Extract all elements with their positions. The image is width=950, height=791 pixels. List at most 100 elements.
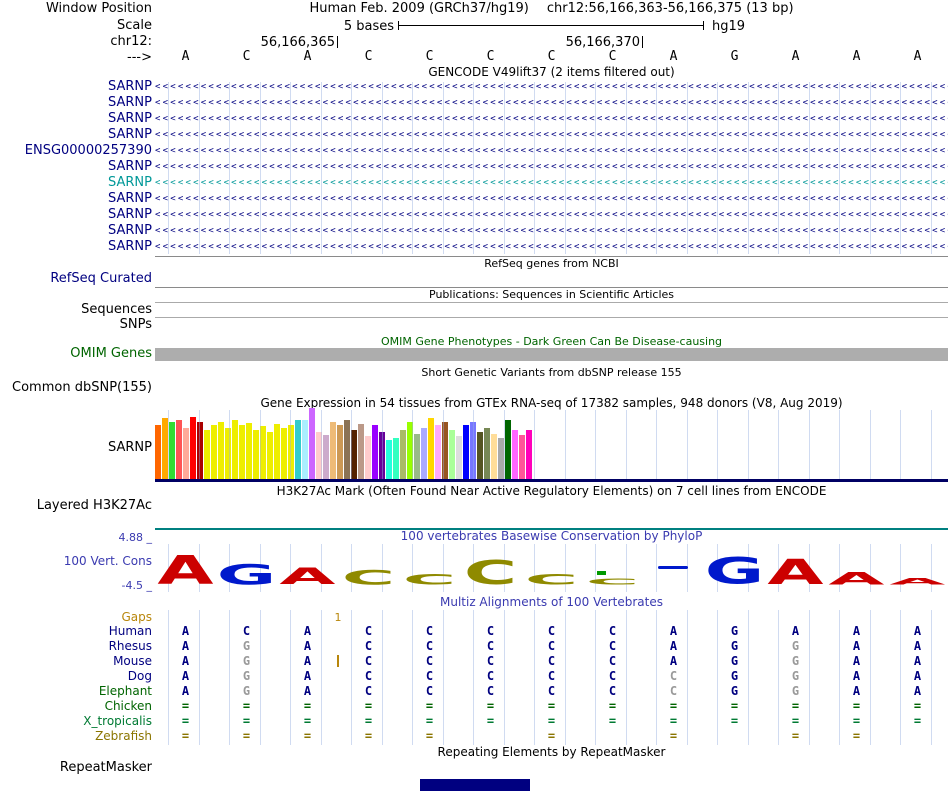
reference-base: A xyxy=(303,49,312,64)
gene-label[interactable]: SARNP xyxy=(108,208,152,221)
gtex-bar xyxy=(505,420,511,480)
repeatmasker-title: Repeating Elements by RepeatMasker xyxy=(437,745,666,759)
species-label[interactable]: Dog xyxy=(128,670,152,683)
h3k27ac-label[interactable]: Layered H3K27Ac xyxy=(37,499,152,512)
alignment-base: = xyxy=(242,699,251,713)
species-label[interactable]: Human xyxy=(109,625,152,638)
species-label[interactable]: Zebrafish xyxy=(95,730,152,743)
gene-strand-arrows[interactable]: <<<<<<<<<<<<<<<<<<<<<<<<<<<<<<<<<<<<<<<<… xyxy=(155,97,948,109)
gencode-title: GENCODE V49lift37 (2 items filtered out) xyxy=(428,65,675,79)
alignment-base: = xyxy=(486,714,495,728)
assembly-text: Human Feb. 2009 (GRCh37/hg19) xyxy=(309,1,529,16)
gtex-bar xyxy=(239,425,245,480)
ucsc-genome-browser-view: Window Position Human Feb. 2009 (GRCh37/… xyxy=(0,0,950,791)
gtex-bar xyxy=(225,428,231,480)
gene-label[interactable]: ENSG00000257390 xyxy=(25,144,152,157)
gene-label[interactable]: SARNP xyxy=(108,112,152,125)
alignment-base: A xyxy=(303,624,312,638)
alignment-base: = xyxy=(425,729,434,743)
alignment-base: C xyxy=(425,639,434,653)
common-dbsnp-label[interactable]: Common dbSNP(155) xyxy=(12,381,152,394)
alignment-base: C xyxy=(608,654,617,668)
scale-bar-right-tick xyxy=(703,21,704,30)
alignment-base: C xyxy=(425,684,434,698)
alignment-base: G xyxy=(791,654,800,668)
alignment-base: G xyxy=(730,639,739,653)
alignment-base: A xyxy=(852,624,861,638)
alignment-base: A xyxy=(852,684,861,698)
gene-strand-arrows[interactable]: <<<<<<<<<<<<<<<<<<<<<<<<<<<<<<<<<<<<<<<<… xyxy=(155,145,948,157)
gridline xyxy=(229,410,230,479)
gtex-bar xyxy=(204,430,210,480)
coordinate-left: 56,166,365 xyxy=(260,35,335,50)
alignment-base: = xyxy=(608,699,617,713)
gene-label[interactable]: SARNP xyxy=(108,80,152,93)
gene-strand-arrows[interactable]: <<<<<<<<<<<<<<<<<<<<<<<<<<<<<<<<<<<<<<<<… xyxy=(155,193,948,205)
alignment-base: A xyxy=(913,684,922,698)
gene-strand-arrows[interactable]: <<<<<<<<<<<<<<<<<<<<<<<<<<<<<<<<<<<<<<<<… xyxy=(155,209,948,221)
alignment-base: A xyxy=(913,624,922,638)
gene-label[interactable]: SARNP xyxy=(108,240,152,253)
alignment-base: C xyxy=(669,684,678,698)
h3k27ac-title: H3K27Ac Mark (Often Found Near Active Re… xyxy=(276,484,827,498)
gene-label[interactable]: SARNP xyxy=(108,160,152,173)
alignment-base: A xyxy=(852,669,861,683)
alignment-base: = xyxy=(669,729,678,743)
alignment-base: = xyxy=(547,699,556,713)
omim-genes-label[interactable]: OMIM Genes xyxy=(70,347,152,360)
alignment-base: C xyxy=(608,639,617,653)
species-label[interactable]: Rhesus xyxy=(109,640,152,653)
gridline xyxy=(442,410,444,479)
alignment-base: C xyxy=(608,684,617,698)
gtex-bar xyxy=(211,425,217,480)
sequences-label[interactable]: Sequences xyxy=(81,303,152,316)
repeatmasker-element[interactable] xyxy=(420,779,530,791)
gene-label[interactable]: SARNP xyxy=(108,128,152,141)
repeatmasker-label[interactable]: RepeatMasker xyxy=(60,761,152,774)
alignment-base: A xyxy=(852,654,861,668)
gene-strand-arrows[interactable]: <<<<<<<<<<<<<<<<<<<<<<<<<<<<<<<<<<<<<<<<… xyxy=(155,129,948,141)
gene-strand-arrows[interactable]: <<<<<<<<<<<<<<<<<<<<<<<<<<<<<<<<<<<<<<<<… xyxy=(155,81,948,93)
gene-strand-arrows[interactable]: <<<<<<<<<<<<<<<<<<<<<<<<<<<<<<<<<<<<<<<<… xyxy=(155,113,948,125)
gtex-bar xyxy=(288,425,294,480)
alignment-base: = xyxy=(852,699,861,713)
gene-label[interactable]: SARNP xyxy=(108,176,152,189)
species-label[interactable]: Mouse xyxy=(113,655,152,668)
gtex-bar xyxy=(477,432,483,480)
window-position-label: Window Position xyxy=(45,1,152,16)
gtex-bar xyxy=(365,436,371,480)
phylop-max-label: 4.88 _ xyxy=(118,531,153,544)
gene-strand-arrows[interactable]: <<<<<<<<<<<<<<<<<<<<<<<<<<<<<<<<<<<<<<<<… xyxy=(155,177,948,189)
insertion-tick xyxy=(337,655,339,667)
snps-label[interactable]: SNPs xyxy=(120,318,152,331)
gene-label[interactable]: SARNP xyxy=(108,224,152,237)
species-label[interactable]: Elephant xyxy=(99,685,152,698)
alignment-base: G xyxy=(791,669,800,683)
alignment-base: = xyxy=(669,699,678,713)
gridline xyxy=(320,410,322,479)
omim-dense-bar[interactable] xyxy=(155,348,948,361)
gene-label[interactable]: SARNP xyxy=(108,192,152,205)
species-label[interactable]: X_tropicalis xyxy=(83,715,152,728)
gtex-bar xyxy=(463,425,469,480)
gene-strand-arrows[interactable]: <<<<<<<<<<<<<<<<<<<<<<<<<<<<<<<<<<<<<<<<… xyxy=(155,241,948,253)
alignment-base: A xyxy=(913,654,922,668)
gtex-gene-label[interactable]: SARNP xyxy=(108,441,152,454)
alignment-base: C xyxy=(486,639,495,653)
alignment-base: A xyxy=(303,684,312,698)
gtex-bar xyxy=(491,434,497,480)
vert-cons-label[interactable]: 100 Vert. Cons xyxy=(64,555,152,568)
gene-label[interactable]: SARNP xyxy=(108,96,152,109)
refseq-curated-label[interactable]: RefSeq Curated xyxy=(50,272,152,285)
alignment-base: C xyxy=(242,624,251,638)
gtex-bar xyxy=(155,425,161,480)
alignment-base: = xyxy=(181,714,190,728)
gtex-bar xyxy=(260,426,266,480)
alignment-base: A xyxy=(303,669,312,683)
reference-base: C xyxy=(608,49,617,64)
species-label[interactable]: Chicken xyxy=(105,700,152,713)
gene-strand-arrows[interactable]: <<<<<<<<<<<<<<<<<<<<<<<<<<<<<<<<<<<<<<<<… xyxy=(155,225,948,237)
gene-strand-arrows[interactable]: <<<<<<<<<<<<<<<<<<<<<<<<<<<<<<<<<<<<<<<<… xyxy=(155,161,948,173)
alignment-base: A xyxy=(913,669,922,683)
gtex-bar-chart[interactable] xyxy=(155,408,948,480)
